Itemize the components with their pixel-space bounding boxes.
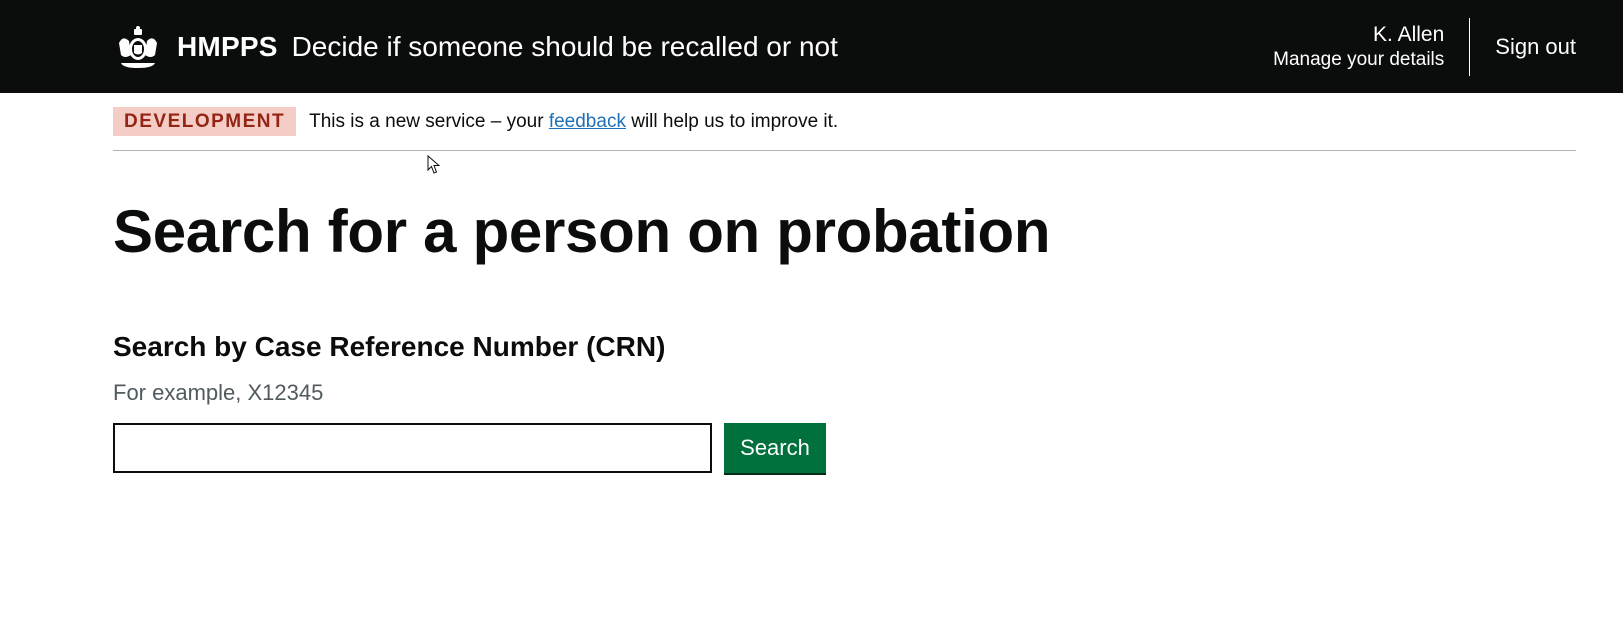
brand-name: HMPPS [177,30,278,62]
sign-out-link[interactable]: Sign out [1495,34,1576,60]
user-account: K. Allen Manage your details [1273,17,1471,76]
phase-banner-text: This is a new service – your feedback wi… [309,110,839,132]
hmpps-home-link[interactable]: HMPPS [113,0,292,93]
page-title: Search for a person on probation [113,198,1051,265]
phase-tag: DEVELOPMENT [113,107,297,136]
mouse-pointer-icon [427,155,441,174]
main-content: Search for a person on probation Search … [113,151,1576,473]
service-name-link[interactable]: Decide if someone should be recalled or … [292,31,838,63]
feedback-link[interactable]: feedback [549,111,626,132]
search-row: Search [113,423,1576,473]
crn-hint: For example, X12345 [113,380,324,405]
header-container: HMPPS Decide if someone should be recall… [113,0,1576,93]
manage-details-link[interactable]: Manage your details [1273,48,1444,72]
royal-crest-icon [119,25,157,68]
search-button[interactable]: Search [724,423,826,473]
site-header: HMPPS Decide if someone should be recall… [0,0,1623,93]
phase-banner: DEVELOPMENT This is a new service – your… [113,93,1576,151]
crn-search-input[interactable] [113,423,712,473]
user-name: K. Allen [1373,22,1445,46]
crn-label: Search by Case Reference Number (CRN) [113,331,666,362]
